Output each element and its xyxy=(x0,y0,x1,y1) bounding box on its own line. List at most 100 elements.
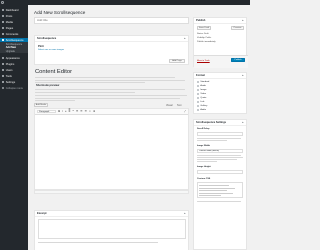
fullscreen-icon[interactable]: ⤢ xyxy=(184,110,186,113)
format-radio[interactable] xyxy=(197,85,200,88)
format-radio[interactable] xyxy=(197,97,200,100)
scroll-delay-input[interactable] xyxy=(197,132,243,136)
format-option[interactable]: Image xyxy=(197,89,206,92)
format-select[interactable]: Paragraph xyxy=(37,109,57,114)
editor-description-line xyxy=(35,77,175,78)
toolbar-toggle-icon[interactable]: ⊞ xyxy=(93,110,95,113)
custom-css-textarea[interactable] xyxy=(197,182,243,198)
sidebar-item-media[interactable]: Media xyxy=(0,20,28,24)
scrollsequence-box: Scrollsequence ▲ Pinit Select one or more… xyxy=(34,35,189,65)
page-title: Add New Scrollsequence xyxy=(34,10,86,15)
sidebar-item-appearance[interactable]: Appearance xyxy=(0,56,28,60)
format-option-label: Quote xyxy=(200,97,207,100)
pages-icon xyxy=(1,26,5,30)
save-draft-button[interactable]: Save Draft xyxy=(197,26,211,31)
css-line xyxy=(199,190,227,191)
format-option[interactable]: Audio xyxy=(197,109,206,112)
format-radio[interactable] xyxy=(197,89,200,92)
title-input[interactable] xyxy=(37,18,188,23)
align-center-icon[interactable]: ☰ xyxy=(80,110,82,113)
publish-button[interactable]: Publish xyxy=(231,58,245,63)
shortcode-preview-label: Shortcode preview xyxy=(36,84,60,87)
add-media-button[interactable]: Add Media xyxy=(34,103,48,108)
toggle-arrow-icon[interactable]: ▲ xyxy=(184,212,186,215)
image-width-help xyxy=(197,157,243,158)
format-radio[interactable] xyxy=(197,101,200,104)
sidebar-item-users[interactable]: Users xyxy=(0,68,28,72)
blockquote-icon[interactable]: ❝ xyxy=(73,110,74,113)
publish-box: Publish ▲ Save Draft Preview Status: Draf… xyxy=(193,17,248,68)
bold-icon[interactable]: B xyxy=(58,110,60,113)
content-editor-heading: Content Editor xyxy=(35,69,73,75)
format-option-label: Video xyxy=(200,93,206,96)
align-left-icon[interactable]: ☰ xyxy=(76,110,78,113)
toggle-arrow-icon[interactable]: ▲ xyxy=(184,37,186,40)
move-to-trash-link[interactable]: Move to Trash xyxy=(197,60,210,62)
format-option[interactable]: Standard xyxy=(197,81,210,84)
format-option[interactable]: Link xyxy=(197,101,204,104)
collapse-icon xyxy=(1,86,5,90)
image-width-label: Image Width xyxy=(197,145,210,147)
image-height-label: Image Height xyxy=(197,166,211,168)
excerpt-help-line xyxy=(38,242,158,243)
image-height-input[interactable] xyxy=(197,170,243,174)
title-field[interactable] xyxy=(34,17,189,24)
tab-text[interactable]: Text xyxy=(177,104,181,107)
bulleted-list-icon[interactable]: ≡ xyxy=(65,110,67,113)
image-width-help xyxy=(197,155,241,156)
sidebar-item-tools[interactable]: Tools xyxy=(0,74,28,78)
format-radio[interactable] xyxy=(197,109,200,112)
ssq-select-images-link[interactable]: Select one or more images xyxy=(38,49,64,51)
format-radio[interactable] xyxy=(197,105,200,108)
wordpress-icon[interactable] xyxy=(1,1,4,4)
excerpt-textarea[interactable] xyxy=(38,219,186,239)
italic-icon[interactable]: I xyxy=(62,110,63,113)
css-line xyxy=(199,185,229,186)
format-option-label: Aside xyxy=(200,85,206,88)
add-page-button[interactable]: Add Page xyxy=(169,59,185,64)
admin-sidebar: Dashboard Posts Media Pages Comments Scr… xyxy=(0,5,28,250)
format-radio[interactable] xyxy=(197,81,200,84)
scroll-delay-help xyxy=(197,140,227,141)
toggle-arrow-icon[interactable]: ▲ xyxy=(242,74,244,77)
publish-box-header[interactable]: Publish ▲ xyxy=(194,18,246,24)
sidebar-item-pages[interactable]: Pages xyxy=(0,26,28,30)
numbered-list-icon[interactable]: ≣ xyxy=(68,110,70,113)
post-visibility: Visibility: Public xyxy=(197,37,212,39)
appearance-icon xyxy=(1,56,5,60)
editor-description-line xyxy=(35,91,135,93)
format-option[interactable]: Video xyxy=(197,93,206,96)
preview-button[interactable]: Preview xyxy=(231,26,244,31)
format-option-label: Audio xyxy=(200,109,206,112)
editor-description-line xyxy=(35,89,185,90)
format-option[interactable]: Aside xyxy=(197,85,206,88)
format-radio[interactable] xyxy=(197,93,200,96)
sidebar-item-plugins[interactable]: Plugins xyxy=(0,62,28,66)
sidebar-item-comments[interactable]: Comments xyxy=(0,32,28,36)
format-box-header[interactable]: Format ▲ xyxy=(194,73,246,79)
editor-description-line xyxy=(35,100,75,101)
format-option[interactable]: Gallery xyxy=(197,105,207,108)
excerpt-box-header[interactable]: Excerpt ▲ xyxy=(35,211,188,217)
link-icon[interactable]: ⚭ xyxy=(89,110,91,113)
settings-box-header[interactable]: Scrollsequence Settings ▲ xyxy=(194,120,246,126)
align-right-icon[interactable]: ☰ xyxy=(85,110,87,113)
css-line xyxy=(199,187,235,189)
ssq-label: Pinit xyxy=(38,45,44,48)
sidebar-item-dashboard[interactable]: Dashboard xyxy=(0,8,28,12)
image-width-select[interactable]: Contain width (default) xyxy=(197,149,243,153)
format-box: Format ▲ Standard Aside Image Video Quote Link… xyxy=(193,72,247,114)
sidebar-item-settings[interactable]: Settings xyxy=(0,80,28,84)
css-line xyxy=(199,192,233,194)
tab-visual[interactable]: Visual xyxy=(166,104,172,107)
sidebar-collapse-menu[interactable]: Collapse menu xyxy=(0,86,28,90)
media-icon xyxy=(1,20,5,24)
toggle-arrow-icon[interactable]: ▲ xyxy=(242,121,244,124)
format-option[interactable]: Quote xyxy=(197,97,207,100)
scrollsequence-box-header[interactable]: Scrollsequence ▲ xyxy=(35,36,188,42)
content-editor[interactable]: Paragraph B I ≡ ≣ ❝ ☰ ☰ ☰ ⚭ ⊞ ⤢ xyxy=(34,108,189,190)
toggle-arrow-icon[interactable]: ▲ xyxy=(242,19,244,22)
sidebar-item-posts[interactable]: Posts xyxy=(0,14,28,18)
format-option-label: Standard xyxy=(200,81,210,84)
submenu-item-upgrade[interactable]: Upgrade xyxy=(0,50,28,54)
